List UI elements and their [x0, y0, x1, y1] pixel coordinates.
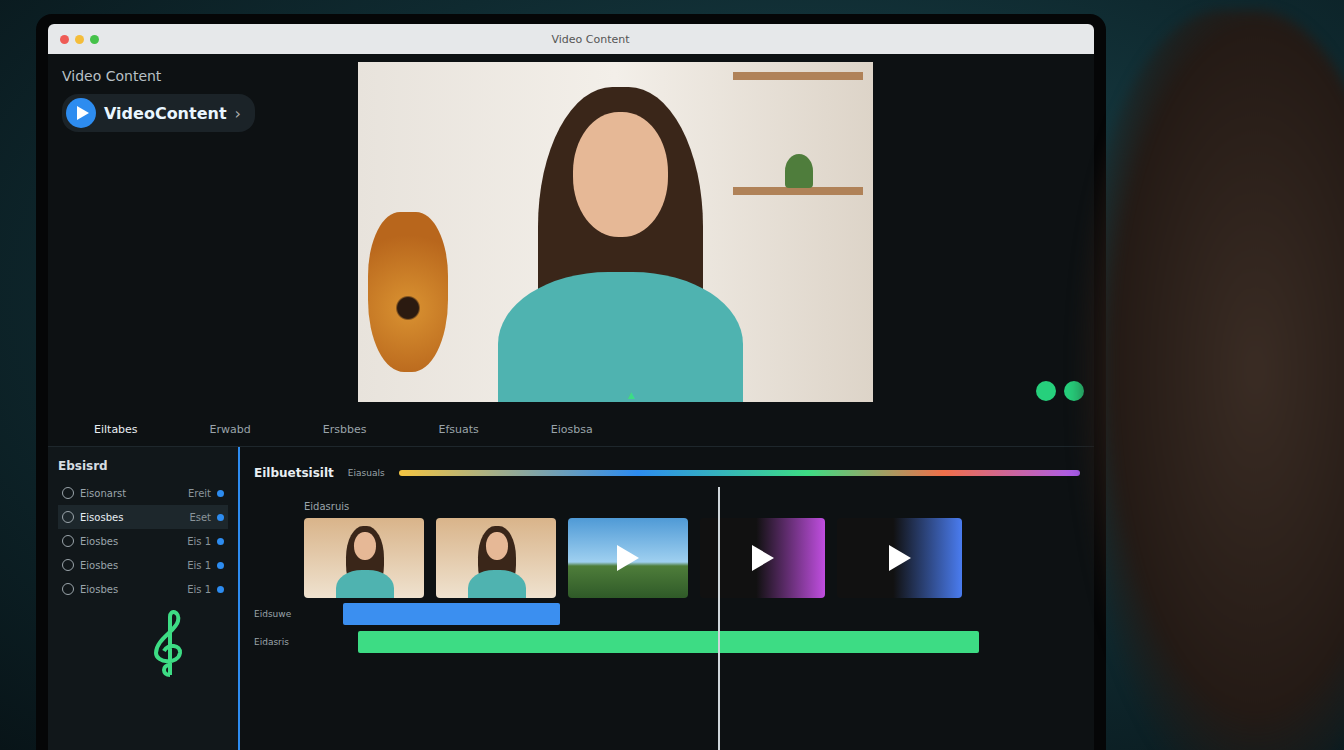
timeline-clip[interactable]	[568, 518, 688, 598]
window-title: Video Content	[99, 33, 1082, 46]
toolbar-item[interactable]: Eiltabes	[88, 421, 144, 438]
minimize-icon[interactable]	[75, 35, 84, 44]
play-logo-icon	[66, 98, 96, 128]
playhead[interactable]	[718, 487, 720, 750]
timeline-ruler[interactable]	[399, 470, 1080, 476]
close-icon[interactable]	[60, 35, 69, 44]
timeline-track: Eidsuwe	[254, 602, 1080, 626]
timeline-clip[interactable]	[436, 518, 556, 598]
music-note-icon	[148, 609, 188, 679]
play-icon	[887, 543, 913, 573]
app-name: Video Content	[62, 68, 344, 84]
sidebar-item[interactable]: EiosbesEis 1	[58, 529, 228, 553]
track-bar[interactable]	[343, 603, 560, 625]
timeline-track: Eidasris	[254, 630, 1080, 654]
toolbar-item[interactable]: Ersbbes	[317, 421, 373, 438]
timeline-clip[interactable]	[837, 518, 962, 598]
video-preview[interactable]: ▲	[358, 62, 873, 402]
sidebar-title: Ebsisrd	[58, 455, 228, 481]
timeline-title: Eilbuetsisilt	[254, 466, 334, 480]
ruler-label: Eiasuals	[348, 468, 385, 478]
track-bar[interactable]	[358, 631, 979, 653]
sidebar-item[interactable]: EisosbesEset	[58, 505, 228, 529]
sidebar-item[interactable]: EiosbesEis 1	[58, 577, 228, 601]
playhead-marker-icon: ▲	[628, 390, 635, 400]
play-button-icon[interactable]	[1036, 381, 1056, 401]
play-icon	[750, 543, 776, 573]
toolbar-item[interactable]: Erwabd	[204, 421, 257, 438]
toolbar-item[interactable]: Efsuats	[432, 421, 484, 438]
monitor: Video Content Video Content VideoContent› ▲…	[36, 14, 1106, 750]
person-head	[1074, 10, 1344, 750]
sidebar-item[interactable]: EiosbesEis 1	[58, 553, 228, 577]
play-icon	[615, 543, 641, 573]
scene: Video Content Video Content VideoContent› ▲…	[0, 0, 1344, 750]
maximize-icon[interactable]	[90, 35, 99, 44]
title-bar: Video Content	[48, 24, 1094, 54]
logo[interactable]: VideoContent›	[62, 94, 255, 132]
toolbar-item[interactable]: Eiosbsa	[545, 421, 599, 438]
sidebar: EbsisrdEisonarstEreitEisosbesEsetEiosbes…	[48, 447, 238, 750]
sidebar-item[interactable]: EisonarstEreit	[58, 481, 228, 505]
toolbar: Eiltabes Erwabd Ersbbes Efsuats Eiosbsa	[48, 407, 1094, 447]
timeline-clip[interactable]	[304, 518, 424, 598]
timeline: Eilbuetsisilt Eiasuals Eidasruis Eidsuwe Eid…	[238, 447, 1094, 750]
app-screen: Video Content VideoContent› ▲ Eiltabes Erwab…	[48, 54, 1094, 750]
track-label: Eidasruis	[254, 493, 1080, 518]
